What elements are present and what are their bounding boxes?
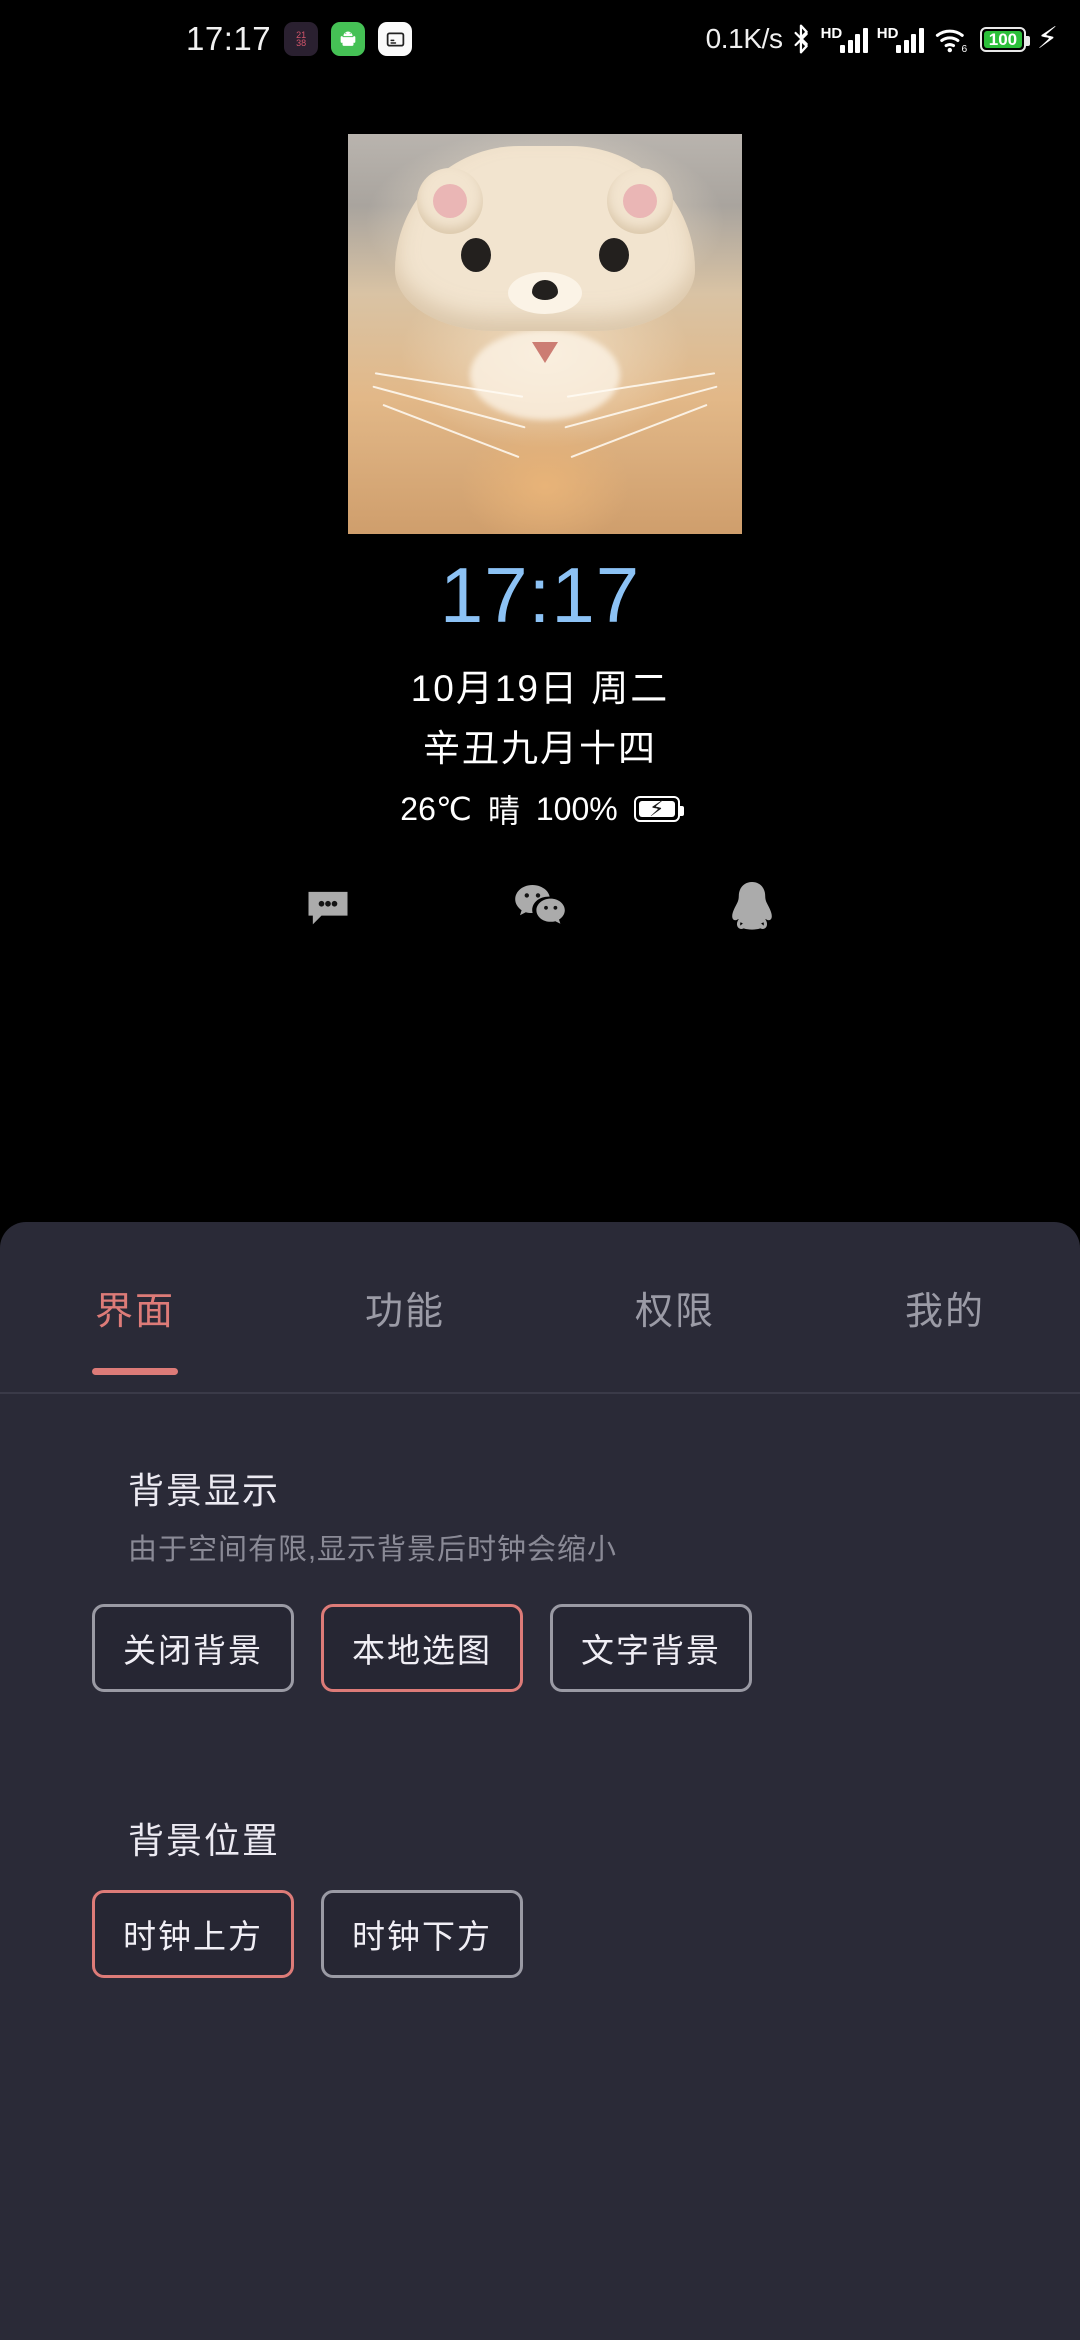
battery-icon: 100 [979,26,1030,52]
background-photo[interactable] [348,134,742,534]
weather-temperature: 26℃ [400,791,472,827]
screen-cast-glyph [386,32,404,46]
section-title-background-display: 背景显示 [128,1470,281,1511]
option-above-clock-label: 时钟上方 [123,1918,263,1955]
tab-mine[interactable]: 我的 [810,1280,1080,1335]
sms-icon[interactable] [299,878,357,936]
settings-panel: 界面 功能 权限 我的 背景显示 由于空间有限,显示背景后时钟会缩小 关闭背景 [0,1222,1080,2340]
bear-hat [395,146,695,331]
tab-active-indicator [92,1367,178,1375]
status-bar: 17:17 21 38 0.1K/s HD HD 6 100 ⚡ [0,0,1080,78]
option-above-clock[interactable]: 时钟上方 [92,1890,294,1978]
option-below-clock-label: 时钟下方 [352,1918,492,1955]
sim1-bars [840,27,868,53]
watch-widget-icon: 21 38 [284,22,319,56]
sim1-signal-icon: HD [821,26,868,53]
tab-function[interactable]: 功能 [270,1280,540,1335]
svg-text:6: 6 [961,44,967,54]
wifi-icon: 6 [935,29,967,54]
bluetooth-icon [794,24,808,54]
sim1-hd-label: HD [820,24,843,42]
lightning-bolt-icon: ⚡ [1036,22,1058,55]
option-local-image[interactable]: 本地选图 [321,1604,523,1692]
tab-permission[interactable]: 权限 [540,1280,810,1335]
option-local-image-label: 本地选图 [352,1632,492,1669]
status-bar-left: 17:17 21 38 [186,20,413,58]
tab-interface-label: 界面 [94,1290,175,1333]
lockscreen-preview: 17:17 10月19日 周二 辛丑九月十四 26℃ 晴 100% ⚡ [0,78,1080,1228]
settings-content: 背景显示 由于空间有限,显示背景后时钟会缩小 关闭背景 本地选图 文字背景 背景… [0,1394,1080,2340]
option-text-background[interactable]: 文字背景 [550,1604,752,1692]
tab-mine-label: 我的 [904,1290,985,1333]
option-below-clock[interactable]: 时钟下方 [321,1890,523,1978]
tab-function-label: 功能 [364,1290,445,1333]
sim2-bars [896,27,924,53]
option-text-background-label: 文字背景 [581,1632,721,1669]
status-bar-right: 0.1K/s HD HD 6 100 ⚡ [706,23,1058,55]
lockscreen-battery-text: 100% [535,790,618,827]
section-subtitle-background-display: 由于空间有限,显示背景后时钟会缩小 [128,1534,618,1566]
phone-screen: 17:17 21 38 0.1K/s HD HD 6 100 ⚡ 17:17 1… [0,0,1080,2340]
lockscreen-clock: 17:17 [439,551,641,639]
background-position-options: 时钟上方 时钟下方 [92,1890,523,1978]
android-robot-glyph [340,31,356,46]
tab-interface[interactable]: 界面 [0,1280,270,1375]
charging-battery-icon: ⚡ [633,796,684,822]
weather-description: 晴 [487,793,520,829]
sim2-signal-icon: HD [877,26,924,53]
lockscreen-weather-row: 26℃ 晴 100% ⚡ [0,786,1080,832]
network-speed-label: 0.1K/s [705,23,783,54]
option-close-background-label: 关闭背景 [123,1632,263,1669]
screen-cast-icon [378,22,413,56]
option-close-background[interactable]: 关闭背景 [92,1604,294,1692]
battery-percent-label: 100 [988,29,1018,49]
lockscreen-date-gregorian: 10月19日 周二 [410,668,670,709]
status-bar-clock: 17:17 [186,20,272,57]
wechat-icon[interactable] [511,878,569,936]
sim2-hd-label: HD [876,24,899,42]
background-display-options: 关闭背景 本地选图 文字背景 [92,1604,752,1692]
lockscreen-shortcut-row [0,878,1080,936]
section-title-background-position: 背景位置 [128,1820,281,1861]
qq-icon[interactable] [723,878,781,936]
android-robot-icon [331,22,366,56]
tab-permission-label: 权限 [634,1290,715,1333]
lockscreen-date-lunar: 辛丑九月十四 [423,728,657,769]
tab-bar: 界面 功能 权限 我的 [0,1222,1080,1394]
